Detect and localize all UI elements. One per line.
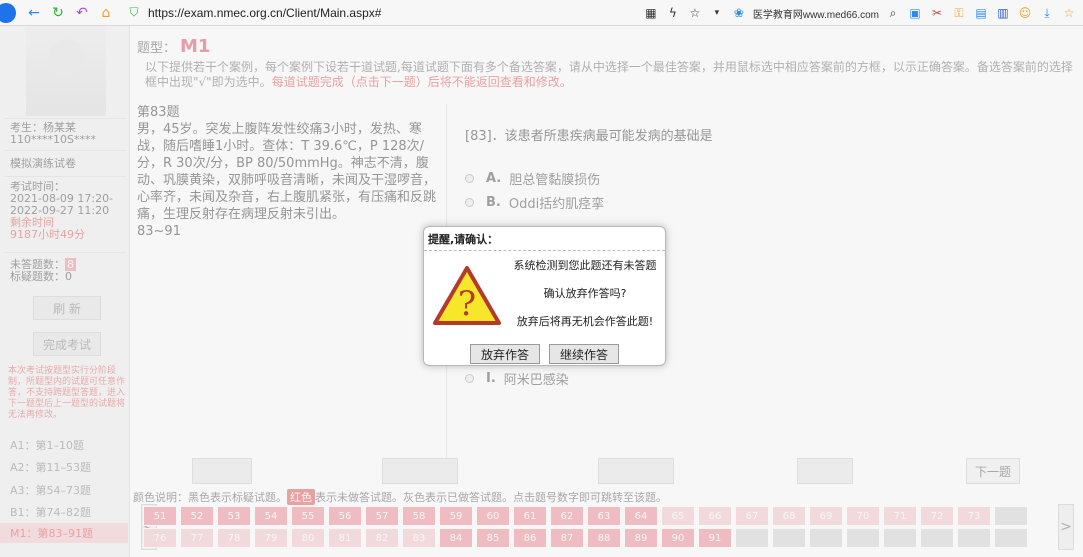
extension-site-text[interactable]: 医学教育网www.med66.com <box>753 6 879 21</box>
warning-icon: ? <box>433 266 501 325</box>
browser-toolbar: ← ↻ ↶ ⌂ ⛉ https://exam.nmec.org.cn/Clien… <box>0 0 1083 26</box>
word-icon[interactable]: ▥ <box>995 5 1011 21</box>
lightning-icon[interactable]: ϟ <box>665 5 681 21</box>
dialog-message-1: 系统检测到您此题还有未答题 <box>513 259 657 272</box>
site-icon: ❀ <box>733 6 744 20</box>
refresh-icon[interactable]: ↻ <box>48 3 68 23</box>
emoji-icon[interactable]: ☺ <box>1017 5 1033 21</box>
extension-icon[interactable]: ▣ <box>907 5 923 21</box>
chevron-down-icon[interactable]: ▾ <box>709 5 725 21</box>
bookmark-star-icon[interactable]: ☆ <box>1061 5 1077 21</box>
qr-icon[interactable]: ▦ <box>643 5 659 21</box>
browser-logo-icon <box>0 2 16 23</box>
undo-icon[interactable]: ↶ <box>72 3 92 23</box>
translate-icon[interactable]: ▤ <box>973 5 989 21</box>
browser-right-tools: ▦ ϟ ☆ ▾ ❀ 医学教育网www.med66.com ⌕ ▣ ✂ ⚿ ▤ ▥… <box>643 0 1083 26</box>
scissors-icon[interactable]: ✂ <box>929 5 945 21</box>
dialog-message-2: 确认放弃作答吗? <box>543 287 627 300</box>
star-outline-icon[interactable]: ☆ <box>687 5 703 21</box>
shield-icon: ⛉ <box>129 5 139 19</box>
dialog-body: ? 系统检测到您此题还有未答题 确认放弃作答吗? 放弃后将再无机会作答此题! <box>432 255 659 337</box>
key-icon[interactable]: ⚿ <box>951 5 967 21</box>
home-icon[interactable]: ⌂ <box>96 3 116 23</box>
dialog-title: 提醒,请确认： <box>424 227 665 251</box>
svg-text:?: ? <box>458 284 476 324</box>
continue-button[interactable]: 继续作答 <box>549 344 619 364</box>
dialog-message-3: 放弃后将再无机会作答此题! <box>516 315 654 328</box>
download-icon[interactable]: ⤓ <box>1039 5 1055 21</box>
search-icon[interactable]: ⌕ <box>885 5 901 21</box>
back-icon[interactable]: ← <box>24 3 44 23</box>
url-text: https://exam.nmec.org.cn/Client/Main.asp… <box>148 5 382 20</box>
abandon-button[interactable]: 放弃作答 <box>470 344 540 364</box>
address-bar[interactable]: ⛉ https://exam.nmec.org.cn/Client/Main.a… <box>126 3 646 23</box>
confirm-dialog: 提醒,请确认： ? 系统检测到您此题还有未答题 确认放弃作答吗? 放弃后将再无机… <box>423 226 666 366</box>
